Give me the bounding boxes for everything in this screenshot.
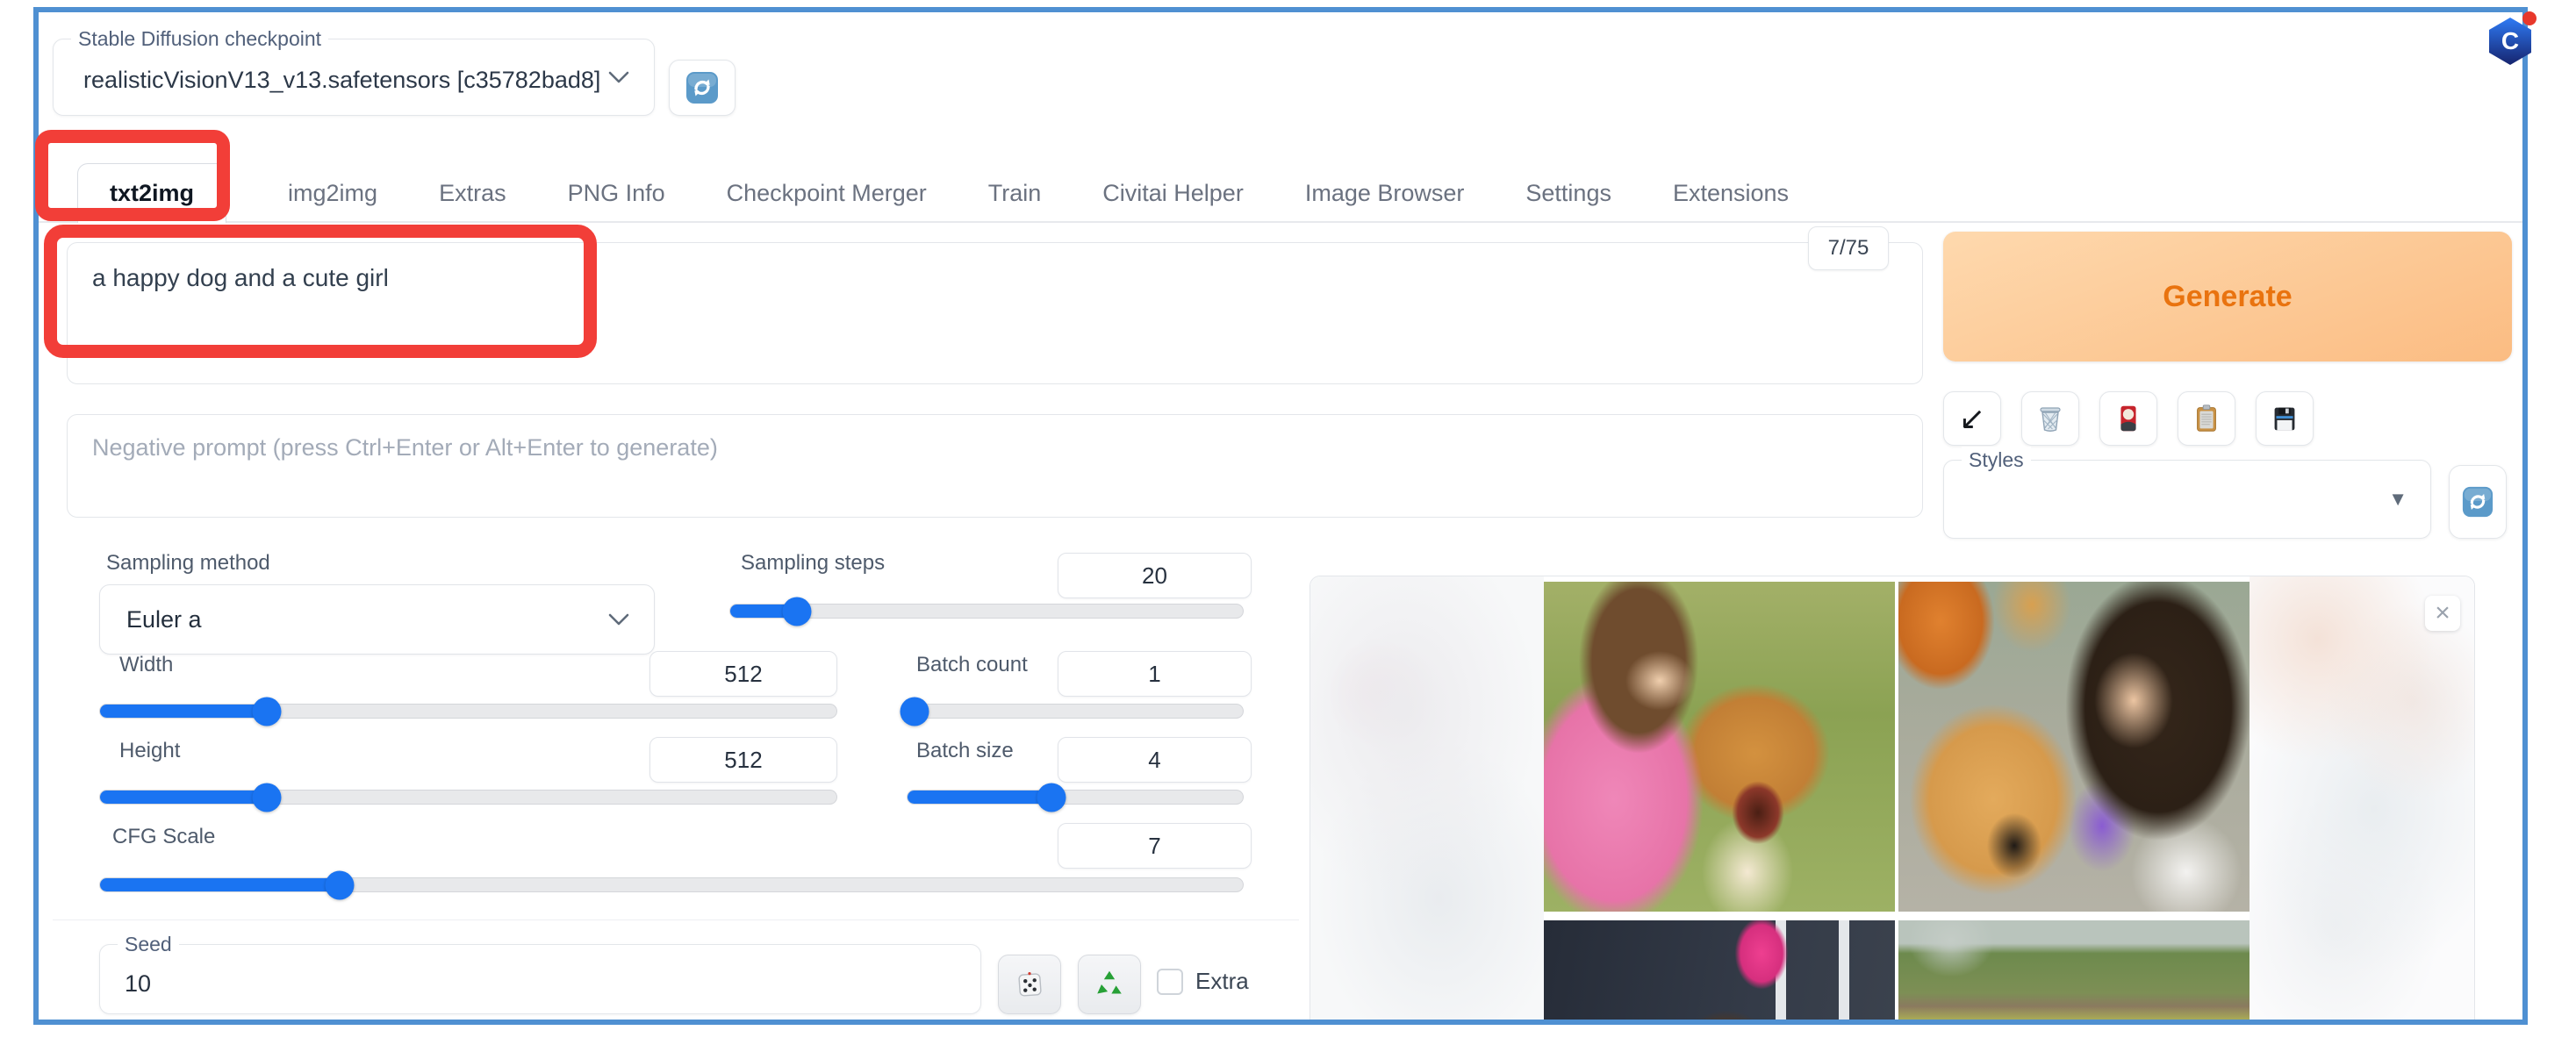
stable-diffusion-webui: Stable Diffusion checkpoint realisticVis… xyxy=(0,0,2576,1059)
tab-checkpoint-merger[interactable]: Checkpoint Merger xyxy=(727,180,927,207)
cfg-scale-input[interactable] xyxy=(1058,823,1252,869)
notification-dot-icon xyxy=(2522,11,2537,25)
sampling-method-label: Sampling method xyxy=(106,551,270,576)
sampling-steps-slider[interactable] xyxy=(729,604,1244,619)
save-style-button[interactable] xyxy=(2256,391,2314,446)
slider-thumb[interactable] xyxy=(900,697,929,726)
generated-image-1[interactable] xyxy=(1544,582,1895,912)
checkpoint-refresh-button[interactable] xyxy=(669,60,735,116)
generated-image-4[interactable] xyxy=(1898,920,2250,1025)
sampling-method-value: Euler a xyxy=(126,606,202,633)
gallery-blur-right xyxy=(2250,576,2475,1024)
tab-img2img[interactable]: img2img xyxy=(288,180,377,207)
refresh-icon xyxy=(2461,485,2494,519)
slider-thumb[interactable] xyxy=(326,870,355,899)
generated-image-2[interactable] xyxy=(1898,582,2250,912)
styles-dropdown[interactable]: Styles ▼ xyxy=(1943,460,2431,539)
seed-field: Seed xyxy=(99,944,981,1014)
batch-count-slider[interactable] xyxy=(907,704,1244,719)
flower-card-icon xyxy=(2112,402,2145,435)
hexagon-c-icon: C xyxy=(2489,18,2531,65)
width-label: Width xyxy=(119,653,173,677)
reuse-seed-button[interactable] xyxy=(1078,955,1141,1014)
dice-icon xyxy=(1013,968,1046,1001)
caret-down-icon: ▼ xyxy=(2388,488,2407,511)
width-slider[interactable] xyxy=(99,704,837,719)
sampling-steps-label: Sampling steps xyxy=(741,551,885,576)
tabbar: txt2img img2img Extras PNG Info Checkpoi… xyxy=(77,163,1789,223)
batch-size-slider[interactable] xyxy=(907,790,1244,805)
extra-networks-button[interactable] xyxy=(2099,391,2157,446)
tab-png-info[interactable]: PNG Info xyxy=(568,180,665,207)
tab-image-browser[interactable]: Image Browser xyxy=(1305,180,1465,207)
slider-thumb[interactable] xyxy=(252,697,281,726)
random-seed-button[interactable] xyxy=(998,955,1061,1014)
apply-style-button[interactable] xyxy=(2178,391,2235,446)
batch-count-label: Batch count xyxy=(916,653,1028,677)
slider-thumb[interactable] xyxy=(252,783,281,812)
refresh-icon xyxy=(685,70,720,105)
height-label: Height xyxy=(119,739,180,763)
height-slider[interactable] xyxy=(99,790,837,805)
generate-button[interactable]: Generate xyxy=(1943,232,2512,361)
cfg-scale-slider[interactable] xyxy=(99,877,1244,892)
cfg-scale-label: CFG Scale xyxy=(112,825,215,849)
tab-extras[interactable]: Extras xyxy=(439,180,506,207)
chevron-down-icon xyxy=(608,71,629,84)
save-floppy-icon xyxy=(2268,402,2301,435)
extra-seed-label: Extra xyxy=(1195,968,1249,995)
recycle-icon xyxy=(1093,968,1126,1001)
chevron-down-icon xyxy=(608,613,629,626)
clear-prompt-button[interactable] xyxy=(2021,391,2079,446)
tab-txt2img[interactable]: txt2img xyxy=(77,163,226,223)
generated-image-3[interactable] xyxy=(1544,920,1895,1025)
close-gallery-button[interactable]: × xyxy=(2425,596,2460,631)
extra-seed-checkbox[interactable] xyxy=(1157,969,1183,995)
slider-thumb[interactable] xyxy=(782,597,811,626)
height-input[interactable] xyxy=(649,737,837,783)
output-gallery: × xyxy=(1310,576,2475,1025)
slider-thumb[interactable] xyxy=(1037,783,1066,812)
tab-extensions[interactable]: Extensions xyxy=(1673,180,1789,207)
batch-size-input[interactable] xyxy=(1058,737,1252,783)
extension-badge[interactable]: C xyxy=(2489,18,2531,65)
trash-icon xyxy=(2033,401,2068,436)
sampling-method-select[interactable]: Euler a xyxy=(99,584,655,655)
tab-train[interactable]: Train xyxy=(988,180,1042,207)
prompt-input[interactable]: a happy dog and a cute girl xyxy=(67,242,1923,384)
arrow-down-left-icon: ↙ xyxy=(1959,403,1985,434)
batch-size-label: Batch size xyxy=(916,739,1014,763)
width-input[interactable] xyxy=(649,651,837,697)
token-counter: 7/75 xyxy=(1808,226,1889,270)
close-icon: × xyxy=(2435,600,2450,626)
paste-params-button[interactable]: ↙ xyxy=(1943,391,2001,446)
batch-count-input[interactable] xyxy=(1058,651,1252,697)
sampling-steps-input[interactable] xyxy=(1058,553,1252,598)
tab-civitai-helper[interactable]: Civitai Helper xyxy=(1102,180,1244,207)
styles-refresh-button[interactable] xyxy=(2449,465,2507,539)
gallery-blur-left xyxy=(1310,576,1544,1024)
checkpoint-value: realisticVisionV13_v13.safetensors [c357… xyxy=(83,61,600,94)
seed-input[interactable] xyxy=(100,945,980,1013)
negative-prompt-input[interactable] xyxy=(67,414,1923,518)
clipboard-icon xyxy=(2190,402,2223,435)
checkpoint-dropdown[interactable]: Stable Diffusion checkpoint realisticVis… xyxy=(53,39,655,116)
tab-settings[interactable]: Settings xyxy=(1525,180,1611,207)
section-divider xyxy=(53,919,1299,920)
prompt-toolbar: ↙ xyxy=(1943,391,2314,446)
